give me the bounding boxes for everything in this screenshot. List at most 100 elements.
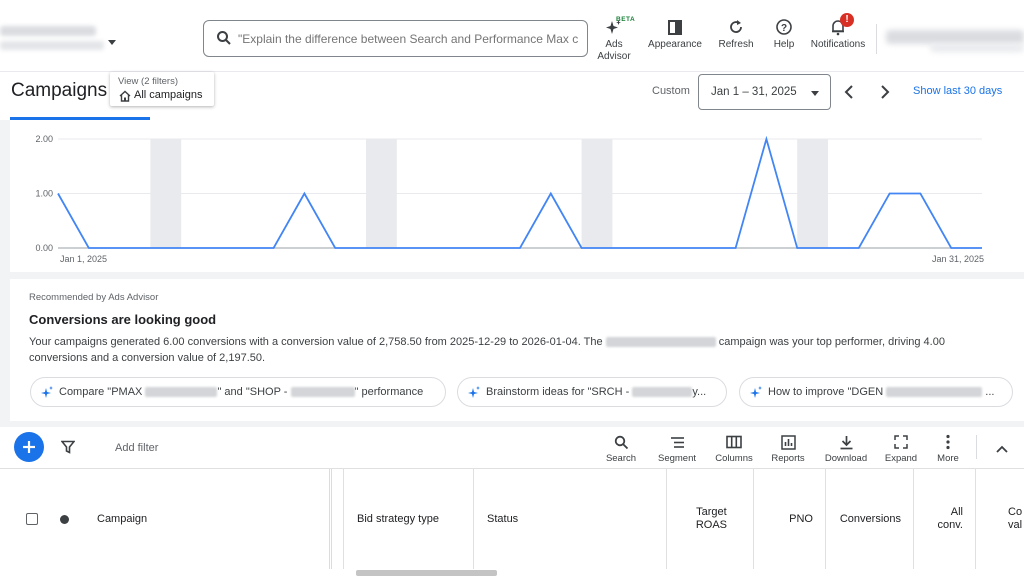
y-tick-label: 2.00 [35,134,53,144]
columns-label: Columns [715,453,753,464]
more-vert-icon [930,433,966,451]
previous-period-button[interactable] [839,82,859,102]
recommended-by-label: Recommended by Ads Advisor [29,292,159,303]
chip-improve-text-a: How to improve "DGEN [768,386,884,398]
sparkle-icon [41,386,54,402]
more-button[interactable]: More [930,433,966,464]
search-icon [216,30,232,51]
expand-button[interactable]: Expand [880,433,922,464]
redacted-name [145,387,218,398]
segment-label: Segment [657,453,697,464]
help-button[interactable]: ? Help [768,16,800,50]
plus-icon [23,441,35,453]
table-toolbar: Add filter Search Segment Columns Report… [0,427,1024,469]
home-icon [119,89,131,107]
segment-button[interactable]: Segment [652,433,702,464]
column-pno[interactable]: PNO [754,469,826,569]
ads-advisor-card: Recommended by Ads Advisor Conversions a… [10,279,1024,421]
filter-icon[interactable] [60,440,76,459]
account-selector[interactable] [0,26,108,52]
columns-button[interactable]: Columns [710,433,758,464]
column-bid-strategy[interactable]: Bid strategy type [343,469,474,569]
redacted-name [886,387,983,398]
user-account-info[interactable] [886,30,1024,44]
date-range-value: Jan 1 – 31, 2025 [711,86,797,98]
chevron-right-icon [881,85,890,99]
expand-label: Expand [884,453,918,464]
column-header-all-conv-2: conv. [937,519,963,531]
chevron-up-icon[interactable] [996,441,1008,459]
chip-brainstorm-text-b: y... [692,386,707,398]
date-range-type: Custom [652,85,690,97]
add-campaign-button[interactable] [14,432,44,462]
column-header-conversions: Conversions [839,513,901,525]
column-target-roas[interactable]: Target ROAS [667,469,754,569]
suggestion-chip-compare[interactable]: Compare "PMAX " and "SHOP - " performanc… [30,377,446,407]
download-button[interactable]: Download [820,433,872,464]
column-header-conv-value-2: val [1008,519,1023,531]
refresh-icon [714,16,758,38]
suggestion-chip-improve[interactable]: How to improve "DGEN ... [739,377,1013,407]
appearance-label: Appearance [648,39,702,50]
chip-brainstorm-text-a: Brainstorm ideas for "SRCH - [486,386,630,398]
notifications-button[interactable]: Notifications [806,16,870,50]
table-search-button[interactable]: Search [602,433,640,464]
more-label: More [937,453,959,464]
download-icon [820,433,872,451]
top-divider [876,24,877,54]
chip-compare-text-c: " performance [354,386,424,398]
column-conversions[interactable]: Conversions [826,469,914,569]
column-conv-value[interactable]: Co val [976,469,1024,569]
redacted-name [290,387,355,398]
ads-advisor-button[interactable]: Ads Advisor [594,16,634,62]
column-header-campaign: Campaign [97,513,148,525]
appearance-button[interactable]: Appearance [645,16,705,50]
title-row: Campaigns View (2 filters) All campaigns… [0,72,1024,120]
chevron-down-icon [811,91,819,96]
table-search-label: Search [605,453,637,464]
next-period-button[interactable] [875,82,895,102]
ads-advisor-label-2: Advisor [597,51,631,62]
notifications-label: Notifications [810,39,866,50]
user-account-id [930,44,1024,52]
help-icon: ? [768,16,800,38]
view-filters-count: View (2 filters) [118,76,179,87]
horizontal-scrollbar[interactable] [356,570,497,576]
columns-icon [710,433,758,451]
top-bar: BETA Ads Advisor Appearance Refresh ? He… [0,0,1024,72]
chip-compare-text-a: Compare "PMAX [59,386,143,398]
chevron-left-icon [844,85,853,99]
column-status[interactable]: Status [474,469,667,569]
toolbar-divider [976,435,977,459]
search-bar[interactable] [203,20,588,57]
refresh-label: Refresh [718,39,754,50]
advisor-body: Your campaigns generated 6.00 conversion… [29,335,989,366]
x-tick-label-end: Jan 31, 2025 [932,254,984,264]
x-tick-label-start: Jan 1, 2025 [60,254,107,264]
ads-advisor-label-1: Ads [605,39,623,50]
reports-button[interactable]: Reports [766,433,810,464]
download-label: Download [824,453,868,464]
column-campaign[interactable]: Campaign [0,469,332,569]
sparkle-icon [468,386,481,402]
date-range-select[interactable]: Jan 1 – 31, 2025 [698,74,831,110]
column-header-pno: PNO [789,513,813,525]
redacted-campaign-name [605,337,716,348]
expand-icon [880,433,922,451]
view-name: All campaigns [134,89,203,101]
y-tick-label: 0.00 [35,243,53,253]
conversions-chart: 2.00 1.00 0.00 Jan 1, 2025 Jan 31, 2025 [10,120,1024,272]
show-last-30-days-link[interactable]: Show last 30 days [913,85,1002,97]
suggestion-chip-brainstorm[interactable]: Brainstorm ideas for "SRCH - y... [457,377,727,407]
search-input[interactable] [238,28,578,50]
view-selector[interactable]: View (2 filters) All campaigns [110,72,214,106]
column-header-bid-strategy: Bid strategy type [357,513,439,525]
appearance-icon [645,16,705,38]
refresh-button[interactable]: Refresh [714,16,758,50]
help-label: Help [773,39,795,50]
column-all-conv[interactable]: All conv. [914,469,976,569]
add-filter-button[interactable]: Add filter [115,442,158,454]
svg-text:?: ? [781,23,787,34]
account-dropdown-caret-icon[interactable] [108,40,116,45]
select-all-checkbox[interactable] [26,513,38,525]
